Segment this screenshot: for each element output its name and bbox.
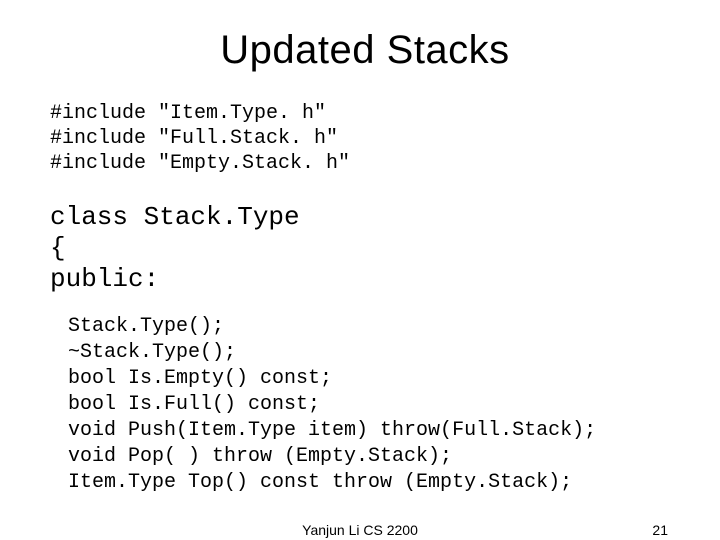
class-declaration: class Stack.Type { public: xyxy=(50,202,680,296)
slide: Updated Stacks #include "Item.Type. h" #… xyxy=(0,0,720,540)
footer-author: Yanjun Li CS 2200 xyxy=(0,522,720,538)
slide-title: Updated Stacks xyxy=(50,28,680,73)
page-number: 21 xyxy=(652,522,668,538)
includes-block: #include "Item.Type. h" #include "Full.S… xyxy=(50,101,680,176)
class-members: Stack.Type(); ~Stack.Type(); bool Is.Emp… xyxy=(68,314,680,496)
